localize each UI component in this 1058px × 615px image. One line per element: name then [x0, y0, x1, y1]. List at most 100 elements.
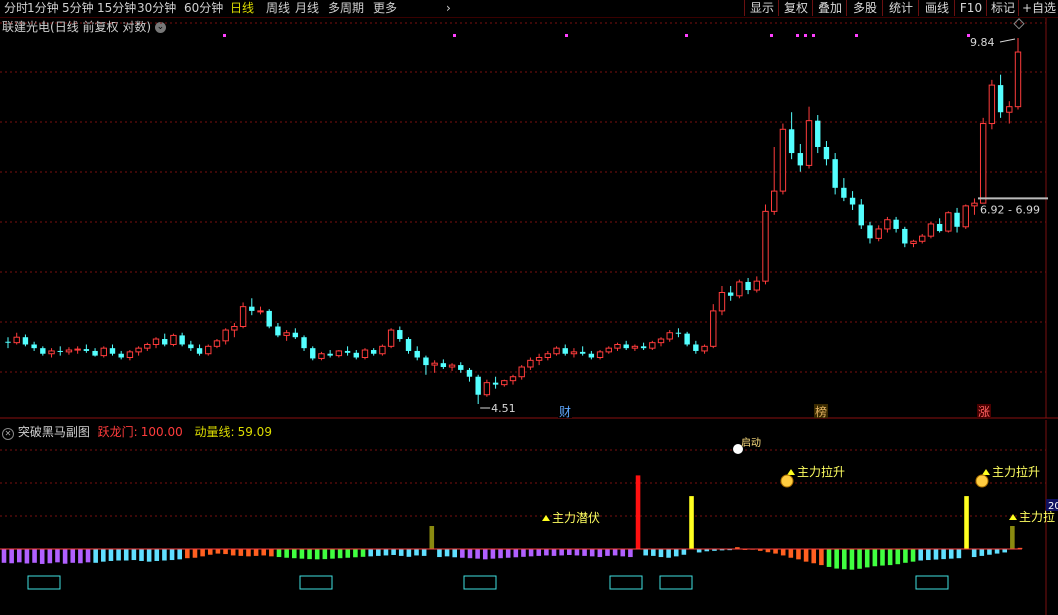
indicator-bar	[628, 549, 633, 558]
indicator-bar	[666, 549, 671, 558]
indicator-bar	[322, 549, 328, 560]
candle-body	[788, 129, 795, 154]
indicator-bar	[612, 549, 618, 556]
indicator-bar	[116, 549, 121, 561]
candle-body	[74, 348, 81, 351]
indicator-bar	[192, 549, 198, 558]
close-icon[interactable]: ✕	[2, 428, 14, 440]
candle-body	[884, 219, 891, 230]
indicator-bar	[360, 549, 366, 557]
candle-body	[962, 205, 969, 228]
indicator-bar	[253, 549, 259, 556]
indicator-bar	[307, 549, 312, 560]
candle-body	[849, 197, 856, 205]
candle-body	[109, 348, 116, 354]
triangle-icon	[542, 515, 550, 521]
triangle-icon	[1009, 514, 1017, 520]
candle-body	[458, 365, 464, 370]
indicator-bar	[635, 475, 641, 549]
candle-body	[301, 337, 307, 349]
kline-chart[interactable]: 9.844.516.92 - 6.99财榜涨启动主力潜伏主力拉升 主力拉升主力拉2…	[0, 0, 1058, 615]
indicator-bar	[177, 549, 182, 560]
candle-body	[875, 228, 882, 239]
candle-body	[832, 159, 838, 188]
indicator-bar	[70, 549, 76, 563]
candle-body	[771, 190, 778, 212]
candle-body	[335, 350, 343, 357]
candle-body	[126, 351, 134, 358]
indicator-title: ✕ 突破黑马副图 跃龙门: 100.00 动量线: 59.09	[2, 423, 272, 440]
indicator-bar	[414, 549, 419, 556]
indicator-bar	[139, 549, 144, 561]
range-label: 6.92 - 6.99	[980, 203, 1040, 216]
indicator-bar	[32, 549, 37, 563]
indicator-bar	[337, 549, 343, 559]
indicator-bar	[437, 549, 442, 558]
candle-body	[231, 326, 238, 331]
indicator-bar	[93, 549, 98, 563]
candle-body	[727, 292, 734, 296]
indicator-bar	[230, 549, 236, 556]
indicator-bar	[131, 549, 137, 561]
indicator-bar	[803, 549, 809, 562]
indicator-bar	[551, 549, 557, 556]
candle-body	[387, 329, 395, 347]
candle-body	[483, 382, 491, 396]
candle-body	[83, 349, 90, 351]
indicator-bar	[849, 549, 855, 570]
indicator-bar	[819, 549, 824, 566]
candle-body	[745, 281, 751, 291]
side-value: 20	[1048, 501, 1058, 512]
indicator-bar	[406, 549, 412, 557]
candle-body	[48, 350, 55, 355]
indicator-bar	[498, 549, 503, 559]
indicator-bar	[376, 549, 381, 556]
dl-value: 59.09	[237, 425, 272, 439]
event-dot	[967, 34, 970, 37]
indicator-bar	[521, 549, 526, 557]
candle-body	[361, 349, 369, 358]
candle-body	[701, 345, 708, 352]
candle-body	[405, 339, 412, 351]
event-dot	[223, 34, 226, 37]
indicator-bar	[467, 549, 473, 559]
candle-body	[919, 235, 926, 242]
event-dot	[565, 34, 568, 37]
indicator-bar	[811, 549, 817, 564]
indicator-bar	[979, 549, 985, 556]
indicator-bar	[246, 549, 251, 557]
indicator-bar	[444, 549, 450, 557]
candle-body	[266, 310, 272, 327]
indicator-bar	[482, 549, 488, 560]
candle-body	[753, 280, 760, 291]
indicator-bar	[910, 549, 916, 562]
indicator-bar	[567, 549, 572, 555]
candle-body	[718, 291, 726, 312]
event-dot	[770, 34, 773, 37]
candle-body	[518, 366, 525, 378]
indicator-bar	[223, 549, 228, 555]
indicator-bar	[673, 549, 679, 557]
candle-body	[310, 348, 316, 359]
indicator-bar	[185, 549, 190, 559]
indicator-bar	[941, 549, 946, 560]
indicator-bar	[895, 549, 901, 565]
candle-body	[423, 357, 429, 366]
indicator-bar	[62, 549, 68, 564]
candle-body	[954, 212, 960, 227]
indicator-bar	[956, 549, 962, 559]
indicator-bar	[681, 549, 687, 555]
indicator-bar	[505, 549, 511, 558]
marker-0: 财	[559, 405, 571, 419]
indicator-bar	[689, 496, 694, 549]
candle-body	[170, 334, 177, 345]
candle-body	[135, 347, 142, 353]
indicator-bar	[964, 496, 969, 549]
indicator-bar	[1002, 549, 1008, 553]
indicator-bar	[345, 549, 351, 558]
indicator-bar	[780, 549, 786, 556]
candle-body	[152, 338, 160, 345]
indicator-bar	[796, 549, 801, 560]
indicator-bar	[887, 549, 893, 566]
indicator-bar	[1, 549, 7, 563]
